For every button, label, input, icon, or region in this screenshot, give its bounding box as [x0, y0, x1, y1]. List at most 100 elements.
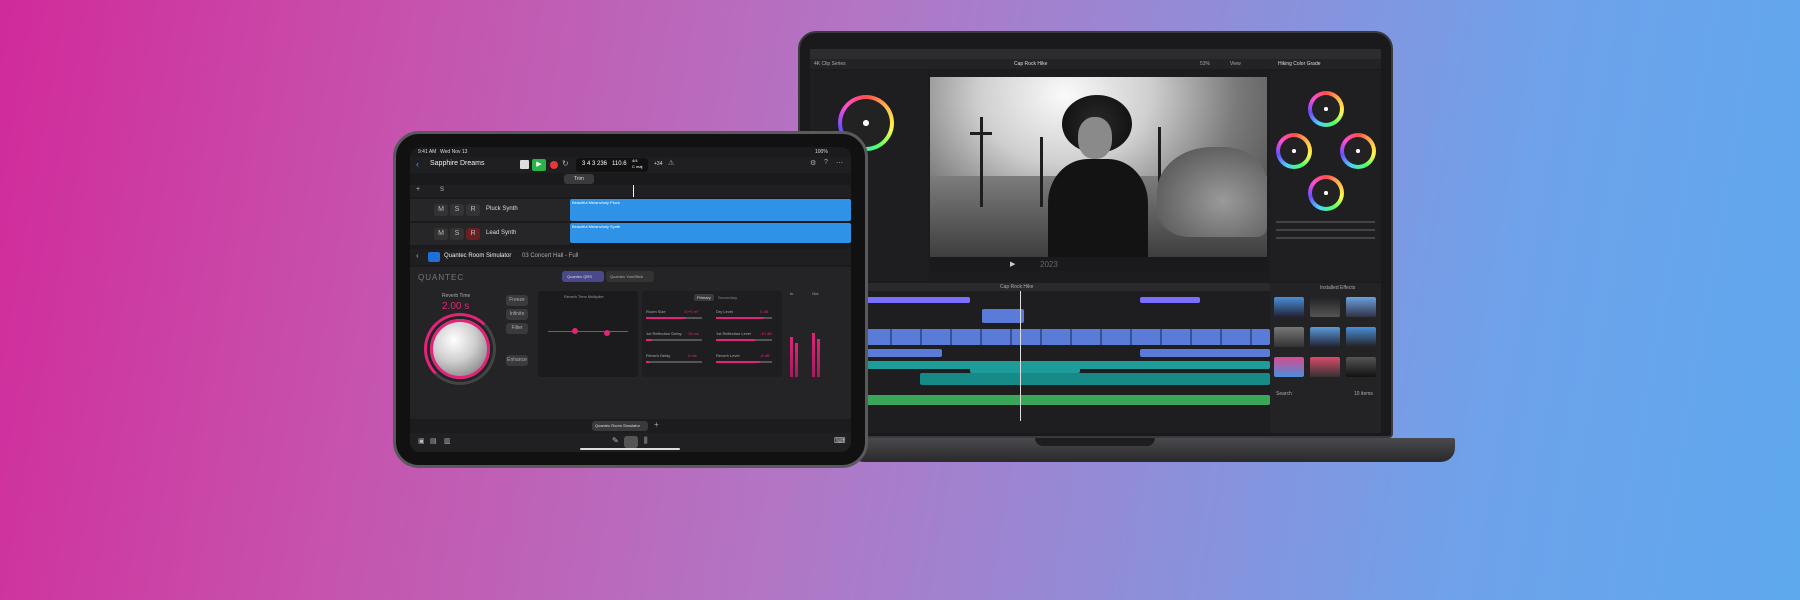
music-clip-green[interactable] — [862, 395, 1270, 405]
filter-button[interactable]: Filter — [506, 323, 528, 334]
reverb-level-slider[interactable] — [716, 361, 772, 363]
effect-thumbnail[interactable] — [1346, 327, 1376, 347]
mute-button[interactable]: M — [434, 204, 448, 216]
audio-region[interactable]: Beautiful Melancholy Synth — [570, 223, 851, 243]
mute-button[interactable]: M — [434, 228, 448, 240]
reverb-time-knob[interactable] — [430, 319, 490, 379]
room-size-slider[interactable] — [646, 317, 702, 319]
viewer-title[interactable]: Cap Rock Hike — [1014, 61, 1047, 67]
tuner-icon[interactable]: ⚠ — [668, 159, 674, 167]
track-header-lead[interactable]: M S R Lead Synth — [410, 223, 570, 245]
play-icon[interactable]: ▶ — [1010, 260, 1015, 268]
record-enable-button[interactable]: R — [466, 204, 480, 216]
parameter-panel: Primary Secondary Room Size 10^5 m³ Dry … — [642, 291, 782, 377]
back-chevron-icon[interactable]: ‹ — [416, 251, 419, 260]
first-reflection-delay-slider[interactable] — [646, 339, 702, 341]
effect-thumbnail[interactable] — [1274, 357, 1304, 377]
enhance-button[interactable]: Enhance — [506, 355, 528, 366]
add-plugin-button[interactable]: + — [654, 420, 659, 429]
effect-thumbnail[interactable] — [1346, 357, 1376, 377]
browser-icon[interactable]: ▥ — [444, 437, 451, 445]
reverb-delay-slider[interactable] — [646, 361, 702, 363]
ruler[interactable]: + S — [410, 185, 851, 197]
library-icon[interactable]: ▣ — [418, 437, 425, 445]
help-icon[interactable]: ? — [824, 159, 828, 166]
mixer-icon[interactable]: ▤ — [430, 437, 437, 445]
macbook-opening-notch — [1035, 438, 1155, 446]
settings-icon[interactable]: ⚙ — [810, 159, 816, 167]
record-enable-button[interactable]: R — [466, 228, 480, 240]
effect-thumbnail[interactable] — [1310, 357, 1340, 377]
title-clip[interactable] — [1140, 297, 1200, 303]
audio-clip-teal[interactable] — [970, 363, 1080, 373]
track-header-pluck[interactable]: M S R Pluck Synth — [410, 199, 570, 221]
project-name[interactable]: Sapphire Dreams — [430, 160, 484, 167]
connected-clip[interactable] — [982, 309, 1024, 323]
graph-node[interactable] — [572, 328, 578, 334]
keyboard-icon[interactable]: ⌨ — [834, 436, 846, 445]
effect-thumbnail[interactable] — [1274, 327, 1304, 347]
cycle-icon[interactable]: ↻ — [562, 159, 569, 168]
freeze-button[interactable]: Freeze — [506, 295, 528, 306]
home-indicator[interactable] — [580, 448, 680, 450]
effect-thumbnail[interactable] — [1310, 297, 1340, 317]
tint-slider[interactable] — [1276, 229, 1375, 231]
highlights-color-wheel-icon[interactable] — [1340, 133, 1376, 169]
primary-storyline[interactable] — [862, 329, 1270, 345]
status-date: Wed Nov 13 — [440, 149, 468, 155]
fcp-header-bar: 4K Clip Series Cap Rock Hike 53% View Hi… — [810, 59, 1381, 69]
solo-button[interactable]: S — [450, 228, 464, 240]
master-color-wheel-icon[interactable] — [1308, 91, 1344, 127]
pencil-icon[interactable]: ✎ — [612, 436, 619, 445]
reverb-time-graph[interactable]: Reverb Time Multiplier — [538, 291, 638, 377]
hue-slider[interactable] — [1276, 237, 1375, 239]
solo-button[interactable]: S — [450, 204, 464, 216]
meter-in-label: In — [790, 291, 794, 296]
add-track-icon[interactable]: + — [416, 186, 420, 193]
midtones-color-wheel-icon[interactable] — [1308, 175, 1344, 211]
effects-search[interactable]: Search — [1276, 391, 1292, 397]
viewer-timecode: 2023 — [1040, 260, 1058, 269]
tab-secondary[interactable]: Secondary — [718, 295, 737, 300]
plugin-panel: QUANTEC Quantec QRS Quantec YardStick Re… — [410, 267, 851, 421]
effect-thumbnail[interactable] — [1346, 297, 1376, 317]
playhead[interactable] — [633, 185, 634, 197]
effect-thumbnail[interactable] — [1274, 297, 1304, 317]
plugin-power-icon[interactable] — [428, 252, 440, 262]
timeline[interactable]: Cap Rock Hike — [810, 283, 1270, 433]
count-in[interactable]: +34 — [654, 161, 662, 167]
tab-primary[interactable]: Primary — [694, 294, 714, 301]
music-clip[interactable] — [920, 373, 1270, 385]
s-button[interactable]: S — [440, 187, 444, 193]
trim-tool-button[interactable]: Trim — [564, 174, 594, 184]
first-reflection-level-slider[interactable] — [716, 339, 772, 341]
mode-yardstick-button[interactable]: Quantec YardStick — [606, 271, 654, 282]
video-viewer[interactable] — [930, 77, 1267, 257]
plugins-icon[interactable] — [624, 436, 638, 448]
dry-level-slider[interactable] — [716, 317, 772, 319]
plugin-slot[interactable]: Quantec Room Simulator — [592, 421, 648, 431]
stop-icon[interactable] — [520, 160, 529, 169]
final-cut-pro-window: 4K Clip Series Cap Rock Hike 53% View Hi… — [810, 49, 1381, 433]
back-chevron-icon[interactable]: ‹ — [416, 159, 419, 169]
lcd-display[interactable]: 3 4 3 236 110.6 4/4 C maj — [576, 158, 648, 172]
playhead[interactable] — [1020, 291, 1021, 421]
viewer-zoom[interactable]: 53% — [1200, 61, 1210, 67]
temperature-slider[interactable] — [1276, 221, 1375, 223]
audio-clip[interactable] — [1140, 349, 1270, 357]
smart-controls-icon[interactable]: ⫼ — [644, 436, 648, 446]
record-icon[interactable] — [550, 161, 558, 169]
slider-fill — [716, 361, 760, 363]
graph-node[interactable] — [604, 330, 610, 336]
shadows-color-wheel-icon[interactable] — [1276, 133, 1312, 169]
mode-qrs-button[interactable]: Quantec QRS — [562, 271, 604, 282]
more-icon[interactable]: ⋯ — [836, 159, 843, 167]
view-menu[interactable]: View — [1230, 61, 1241, 67]
effect-thumbnail[interactable] — [1310, 327, 1340, 347]
play-icon[interactable]: ▶ — [532, 159, 546, 171]
title-clip[interactable] — [862, 297, 970, 303]
preset-name[interactable]: 03 Concert Hall - Full — [522, 253, 578, 259]
infinite-button[interactable]: Infinite — [506, 309, 528, 320]
audio-clip[interactable] — [862, 349, 942, 357]
audio-region[interactable]: Beautiful Melancholy Pluck — [570, 199, 851, 221]
